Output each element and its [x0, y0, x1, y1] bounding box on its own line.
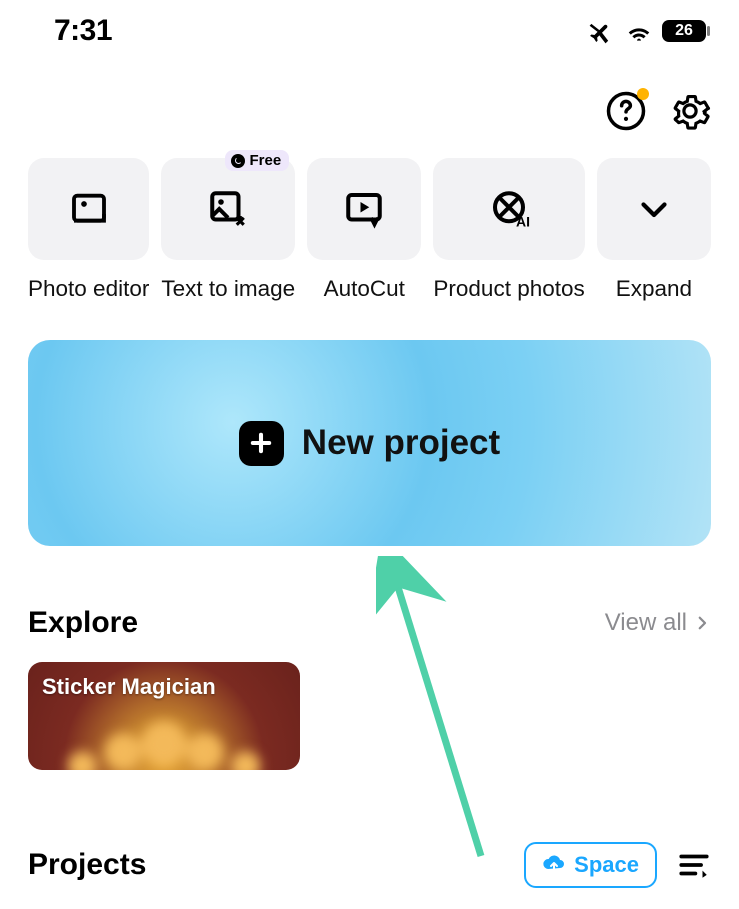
view-all-button[interactable]: View all — [605, 609, 711, 637]
tool-expand[interactable]: Expand — [597, 158, 711, 302]
status-icons: 26 — [587, 16, 711, 46]
view-all-label: View all — [605, 609, 687, 637]
autocut-icon — [343, 188, 385, 230]
tool-photo-editor[interactable]: Photo editor — [28, 158, 149, 302]
tool-label: Photo editor — [28, 276, 149, 302]
explore-card-title: Sticker Magician — [42, 674, 216, 700]
space-button[interactable]: Space — [524, 842, 657, 888]
settings-button[interactable] — [669, 90, 711, 132]
tool-label: AutoCut — [324, 276, 405, 302]
tools-row: Photo editor Free Text to image Auto — [0, 152, 739, 302]
explore-header: Explore View all — [0, 546, 739, 640]
sort-button[interactable] — [677, 848, 711, 882]
chevron-right-icon — [693, 609, 711, 637]
wifi-icon — [625, 17, 653, 45]
notification-dot — [637, 88, 649, 100]
projects-header: Projects Space — [0, 770, 739, 888]
plus-icon — [239, 421, 284, 466]
free-badge: Free — [225, 150, 289, 171]
projects-title: Projects — [28, 848, 146, 882]
tool-label: Text to image — [161, 276, 295, 302]
app-header — [0, 58, 739, 152]
tool-autocut[interactable]: AutoCut — [307, 158, 421, 302]
status-bar: 7:31 26 — [0, 0, 739, 58]
battery-icon: 26 — [661, 19, 711, 43]
clock-icon — [231, 154, 245, 168]
new-project-button[interactable]: New project — [28, 340, 711, 546]
new-project-label: New project — [302, 423, 500, 463]
battery-level: 26 — [661, 19, 707, 43]
text-to-image-icon — [207, 188, 249, 230]
tool-label: Product photos — [433, 276, 584, 302]
tool-product-photos[interactable]: AI Product photos — [433, 158, 584, 302]
help-button[interactable] — [605, 90, 647, 132]
card-art — [28, 710, 300, 770]
status-time: 7:31 — [54, 14, 112, 48]
tool-text-to-image[interactable]: Free Text to image — [161, 158, 295, 302]
svg-text:AI: AI — [516, 214, 530, 230]
chevron-down-icon — [636, 191, 672, 227]
space-label: Space — [574, 852, 639, 878]
tool-label: Expand — [616, 276, 692, 302]
explore-title: Explore — [28, 606, 138, 640]
product-photos-icon: AI — [488, 188, 530, 230]
explore-card-sticker-magician[interactable]: Sticker Magician — [28, 662, 300, 770]
badge-label: Free — [249, 152, 281, 169]
gear-icon — [669, 90, 711, 132]
sort-edit-icon — [677, 848, 711, 882]
photo-editor-icon — [69, 189, 109, 229]
cloud-upload-icon — [542, 853, 566, 877]
airplane-mode-icon — [587, 16, 617, 46]
